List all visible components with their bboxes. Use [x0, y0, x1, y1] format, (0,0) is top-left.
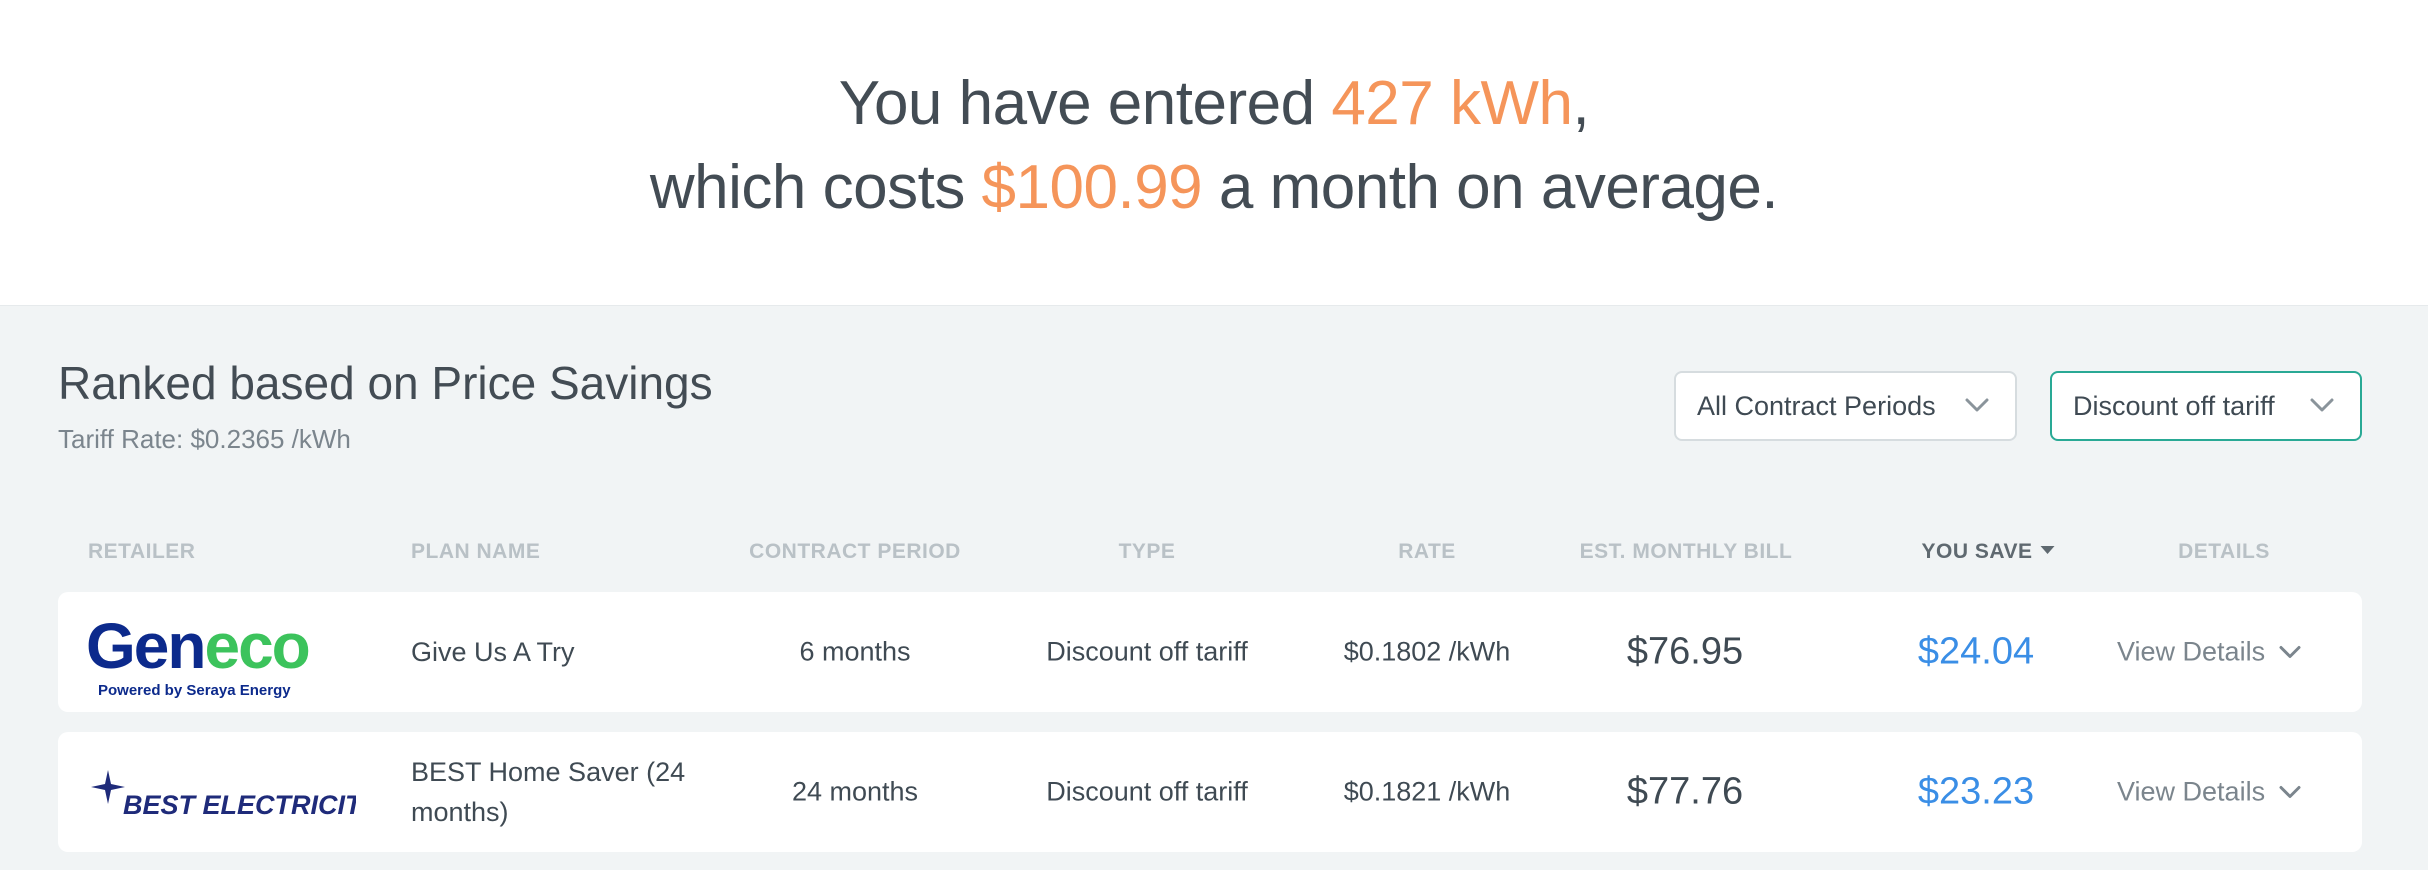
- savings-amount: $24.04: [1917, 630, 2035, 673]
- summary-text: which costs: [649, 153, 982, 222]
- view-details-label: View Details: [2117, 776, 2266, 807]
- plan-type: Discount off tariff: [1046, 636, 1248, 667]
- best-electricity-wordmark: BEST ELECTRICITY: [123, 790, 356, 820]
- chevron-down-icon: [2310, 398, 2334, 412]
- summary-text: ,: [1572, 69, 1590, 138]
- geneco-tagline: Powered by Seraya Energy: [98, 682, 291, 698]
- ranking-title: Ranked based on Price Savings: [58, 357, 713, 409]
- column-header-you-save[interactable]: YOU SAVE: [1922, 540, 2055, 564]
- usage-value: 427 kWh: [1331, 69, 1573, 138]
- summary-cost-line: which costs $100.99 a month on average.: [0, 152, 2428, 223]
- chevron-down-icon: [2279, 645, 2301, 658]
- summary-text: a month on average.: [1202, 153, 1779, 222]
- plan-name: BEST Home Saver (24 months): [411, 757, 686, 827]
- column-header-contract-period[interactable]: CONTRACT PERIOD: [749, 540, 961, 564]
- tariff-rate: Tariff Rate: $0.2365 /kWh: [58, 424, 351, 454]
- view-details-button[interactable]: View Details: [2117, 637, 2301, 668]
- plan-rate: $0.1821 /kWh: [1343, 776, 1511, 807]
- column-header-type[interactable]: TYPE: [1119, 540, 1176, 564]
- star-icon: [91, 770, 125, 804]
- contract-period: 24 months: [791, 776, 919, 807]
- contract-period: 6 months: [799, 636, 911, 667]
- chevron-down-icon: [2279, 785, 2301, 798]
- column-header-retailer[interactable]: RETAILER: [88, 540, 195, 564]
- view-details-button[interactable]: View Details: [2117, 777, 2301, 808]
- plan-rate: $0.1802 /kWh: [1343, 636, 1511, 667]
- column-header-plan-name[interactable]: PLAN NAME: [411, 540, 540, 564]
- contract-period-select[interactable]: All Contract Periods: [1674, 371, 2017, 441]
- plan-row[interactable]: Geneco Powered by Seraya Energy Give Us …: [58, 592, 2362, 712]
- contract-period-select-value: All Contract Periods: [1697, 390, 1936, 421]
- plan-type: Discount off tariff: [1046, 776, 1248, 807]
- summary-usage-line: You have entered 427 kWh,: [0, 68, 2428, 139]
- cost-value: $100.99: [981, 153, 1203, 222]
- monthly-bill: $77.76: [1626, 770, 1744, 813]
- geneco-wordmark: Geneco: [86, 610, 309, 682]
- retailer-logo-geneco: Geneco Powered by Seraya Energy: [86, 610, 311, 698]
- column-header-monthly-bill[interactable]: EST. MONTHLY BILL: [1580, 540, 1793, 564]
- view-details-label: View Details: [2117, 636, 2266, 667]
- savings-amount: $23.23: [1917, 770, 2035, 813]
- sort-desc-icon: [2040, 546, 2055, 554]
- plan-type-select-value: Discount off tariff: [2073, 390, 2275, 421]
- retailer-logo-best-electricity: BEST ELECTRICITY: [91, 770, 356, 820]
- summary-text: You have entered: [838, 69, 1332, 138]
- column-header-details: DETAILS: [2178, 540, 2270, 563]
- plan-type-select[interactable]: Discount off tariff: [2050, 371, 2362, 441]
- column-header-rate[interactable]: RATE: [1398, 540, 1456, 564]
- plan-row[interactable]: BEST ELECTRICITY BEST Home Saver (24 mon…: [58, 732, 2362, 852]
- monthly-bill: $76.95: [1626, 630, 1744, 673]
- you-save-header-label: YOU SAVE: [1921, 540, 2033, 563]
- summary-banner: You have entered 427 kWh, which costs $1…: [0, 0, 2428, 306]
- chevron-down-icon: [1965, 398, 1989, 412]
- plan-name: Give Us A Try: [411, 637, 575, 667]
